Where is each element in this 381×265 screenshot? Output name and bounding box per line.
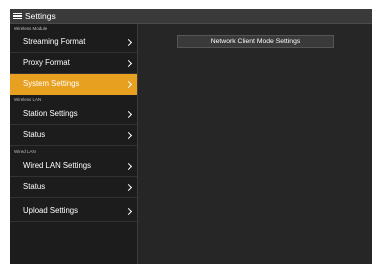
sidebar-item-proxy-format[interactable]: Proxy Format xyxy=(10,53,137,74)
sidebar-item-streaming-format[interactable]: Streaming Format xyxy=(10,32,137,53)
sidebar-item-label: Station Settings xyxy=(23,109,78,118)
sidebar-item-label: System Settings xyxy=(23,79,80,88)
main-content: Network Client Mode Settings xyxy=(138,24,372,264)
sidebar-item-label: Upload Settings xyxy=(23,206,79,215)
sidebar-item-label: Status xyxy=(23,130,46,139)
chevron-right-icon xyxy=(124,38,133,47)
hamburger-menu-icon[interactable] xyxy=(13,12,22,20)
sidebar-item-label: Wired LAN Settings xyxy=(23,161,92,170)
page-title: Settings xyxy=(25,11,56,21)
section-label-wireless-lan: Wireless LAN xyxy=(14,97,42,102)
sidebar-item-label: Proxy Format xyxy=(23,58,70,67)
chevron-right-icon xyxy=(124,80,133,89)
chevron-right-icon xyxy=(124,207,133,216)
chevron-right-icon xyxy=(124,183,133,192)
chevron-right-icon xyxy=(124,131,133,140)
sidebar-item-upload-settings[interactable]: Upload Settings xyxy=(10,201,137,222)
chevron-right-icon xyxy=(124,110,133,119)
sidebar-item-wireless-status[interactable]: Status xyxy=(10,125,137,146)
sidebar-item-wired-lan-settings[interactable]: Wired LAN Settings xyxy=(10,156,137,177)
sidebar-item-station-settings[interactable]: Station Settings xyxy=(10,104,137,125)
title-bar: Settings xyxy=(10,9,372,24)
settings-screen: Settings Wireless Module Streaming Forma… xyxy=(10,9,372,264)
sidebar: Wireless Module Streaming Format Proxy F… xyxy=(10,24,138,264)
sidebar-item-label: Status xyxy=(23,182,46,191)
chevron-right-icon xyxy=(124,59,133,68)
sidebar-item-wired-status[interactable]: Status xyxy=(10,177,137,198)
chevron-right-icon xyxy=(124,162,133,171)
section-label-wired-lan: Wired LAN xyxy=(14,149,36,154)
sidebar-item-label: Streaming Format xyxy=(23,37,86,46)
network-client-mode-settings-button[interactable]: Network Client Mode Settings xyxy=(177,35,334,48)
sidebar-item-system-settings[interactable]: System Settings xyxy=(10,74,137,95)
